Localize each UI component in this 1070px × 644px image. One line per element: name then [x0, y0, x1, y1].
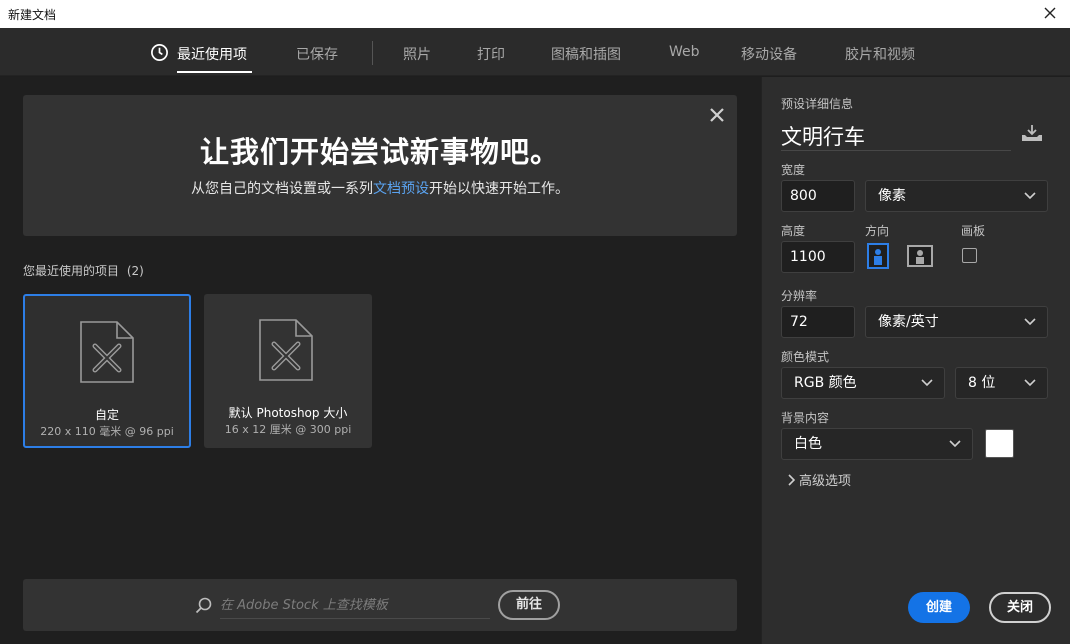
- save-preset-icon[interactable]: [1020, 123, 1044, 143]
- height-label: 高度: [781, 224, 806, 238]
- width-unit-select[interactable]: 像素: [865, 180, 1048, 212]
- recent-items-title: 您最近使用的项目: [23, 264, 120, 278]
- create-button[interactable]: 创建: [908, 592, 970, 623]
- recent-item-name: 自定: [94, 408, 119, 422]
- go-button[interactable]: 前往: [498, 590, 560, 620]
- active-tab-indicator: [177, 71, 252, 73]
- category-tabbar: 最近使用项 已保存 照片 打印 图稿和插图 Web 移动设备 胶片和视频: [0, 28, 1070, 76]
- tab-web[interactable]: Web: [669, 44, 700, 60]
- recent-item-name: 默认 Photoshop 大小: [228, 406, 348, 420]
- color-mode-label: 颜色模式: [781, 350, 830, 364]
- artboard-checkbox[interactable]: [962, 248, 977, 263]
- preset-details-panel: 预设详细信息 文明行车 宽度 800 像素 高度 方向 画板 1100 分辨率 …: [761, 77, 1070, 644]
- width-label: 宽度: [781, 163, 806, 177]
- main-area: 让我们开始尝试新事物吧。 从您自己的文档设置或一系列文档预设开始以快速开始工作。…: [0, 77, 761, 644]
- stock-search-bar: 前往: [23, 579, 737, 631]
- document-presets-link[interactable]: 文档预设: [373, 181, 429, 197]
- search-icon: [195, 597, 212, 614]
- recent-items-count: (2): [126, 264, 144, 278]
- welcome-sub-before: 从您自己的文档设置或一系列: [191, 181, 373, 197]
- chevron-down-icon: [1024, 318, 1036, 326]
- orientation-label: 方向: [865, 224, 890, 238]
- chevron-down-icon: [1024, 379, 1036, 387]
- bit-depth-select[interactable]: 8 位: [955, 367, 1048, 399]
- welcome-banner: 让我们开始尝试新事物吧。 从您自己的文档设置或一系列文档预设开始以快速开始工作。: [23, 95, 737, 236]
- background-value: 白色: [794, 436, 822, 452]
- chevron-right-icon[interactable]: [787, 474, 795, 486]
- landscape-orientation-icon[interactable]: [907, 243, 933, 269]
- chevron-down-icon: [921, 379, 933, 387]
- tab-divider: [372, 41, 373, 65]
- height-input[interactable]: 1100: [781, 241, 855, 273]
- background-label: 背景内容: [781, 411, 830, 425]
- chevron-down-icon: [949, 440, 961, 448]
- document-preset-icon: [80, 321, 134, 383]
- bit-depth-value: 8 位: [968, 375, 996, 391]
- recent-item-meta: 16 x 12 厘米 @ 300 ppi: [224, 423, 352, 436]
- resolution-unit-value: 像素/英寸: [878, 314, 939, 330]
- tab-mobile[interactable]: 移动设备: [741, 44, 797, 64]
- window-titlebar: 新建文档: [0, 0, 1070, 28]
- document-name-field[interactable]: 文明行车: [781, 120, 1011, 151]
- window-close-icon[interactable]: [1040, 3, 1060, 23]
- dismiss-banner-icon[interactable]: [709, 107, 725, 123]
- color-mode-value: RGB 颜色: [794, 375, 857, 391]
- recent-item-custom[interactable]: 自定 220 x 110 毫米 @ 96 ppi: [23, 294, 191, 448]
- resolution-unit-select[interactable]: 像素/英寸: [865, 306, 1048, 338]
- tab-saved[interactable]: 已保存: [296, 44, 338, 64]
- recent-item-default-photoshop[interactable]: 默认 Photoshop 大小 16 x 12 厘米 @ 300 ppi: [204, 294, 372, 448]
- welcome-subtext: 从您自己的文档设置或一系列文档预设开始以快速开始工作。: [23, 178, 737, 198]
- background-color-swatch[interactable]: [985, 429, 1014, 458]
- background-select[interactable]: 白色: [781, 428, 973, 460]
- recent-items-label: 您最近使用的项目 (2): [23, 262, 144, 279]
- portrait-orientation-icon[interactable]: [865, 243, 891, 269]
- width-unit-value: 像素: [878, 188, 906, 204]
- stock-search-input[interactable]: [220, 593, 490, 619]
- document-preset-icon: [259, 319, 313, 381]
- tab-photo[interactable]: 照片: [403, 44, 431, 64]
- color-mode-select[interactable]: RGB 颜色: [781, 367, 945, 399]
- preset-details-label: 预设详细信息: [781, 97, 854, 111]
- artboard-label: 画板: [961, 224, 986, 238]
- tab-art-illustration[interactable]: 图稿和插图: [551, 44, 621, 64]
- tab-recent[interactable]: 最近使用项: [177, 44, 247, 64]
- advanced-options-toggle[interactable]: 高级选项: [799, 470, 851, 489]
- tab-film-video[interactable]: 胶片和视频: [845, 44, 915, 64]
- welcome-heading: 让我们开始尝试新事物吧。: [199, 135, 560, 169]
- tab-print[interactable]: 打印: [477, 44, 505, 64]
- resolution-input[interactable]: 72: [781, 306, 855, 338]
- chevron-down-icon: [1024, 192, 1036, 200]
- width-input[interactable]: 800: [781, 180, 855, 212]
- clock-icon: [151, 44, 168, 61]
- window-title: 新建文档: [8, 8, 57, 22]
- recent-item-meta: 220 x 110 毫米 @ 96 ppi: [40, 425, 174, 438]
- close-button[interactable]: 关闭: [989, 592, 1051, 623]
- resolution-label: 分辨率: [781, 289, 818, 303]
- welcome-sub-after: 开始以快速开始工作。: [429, 181, 569, 197]
